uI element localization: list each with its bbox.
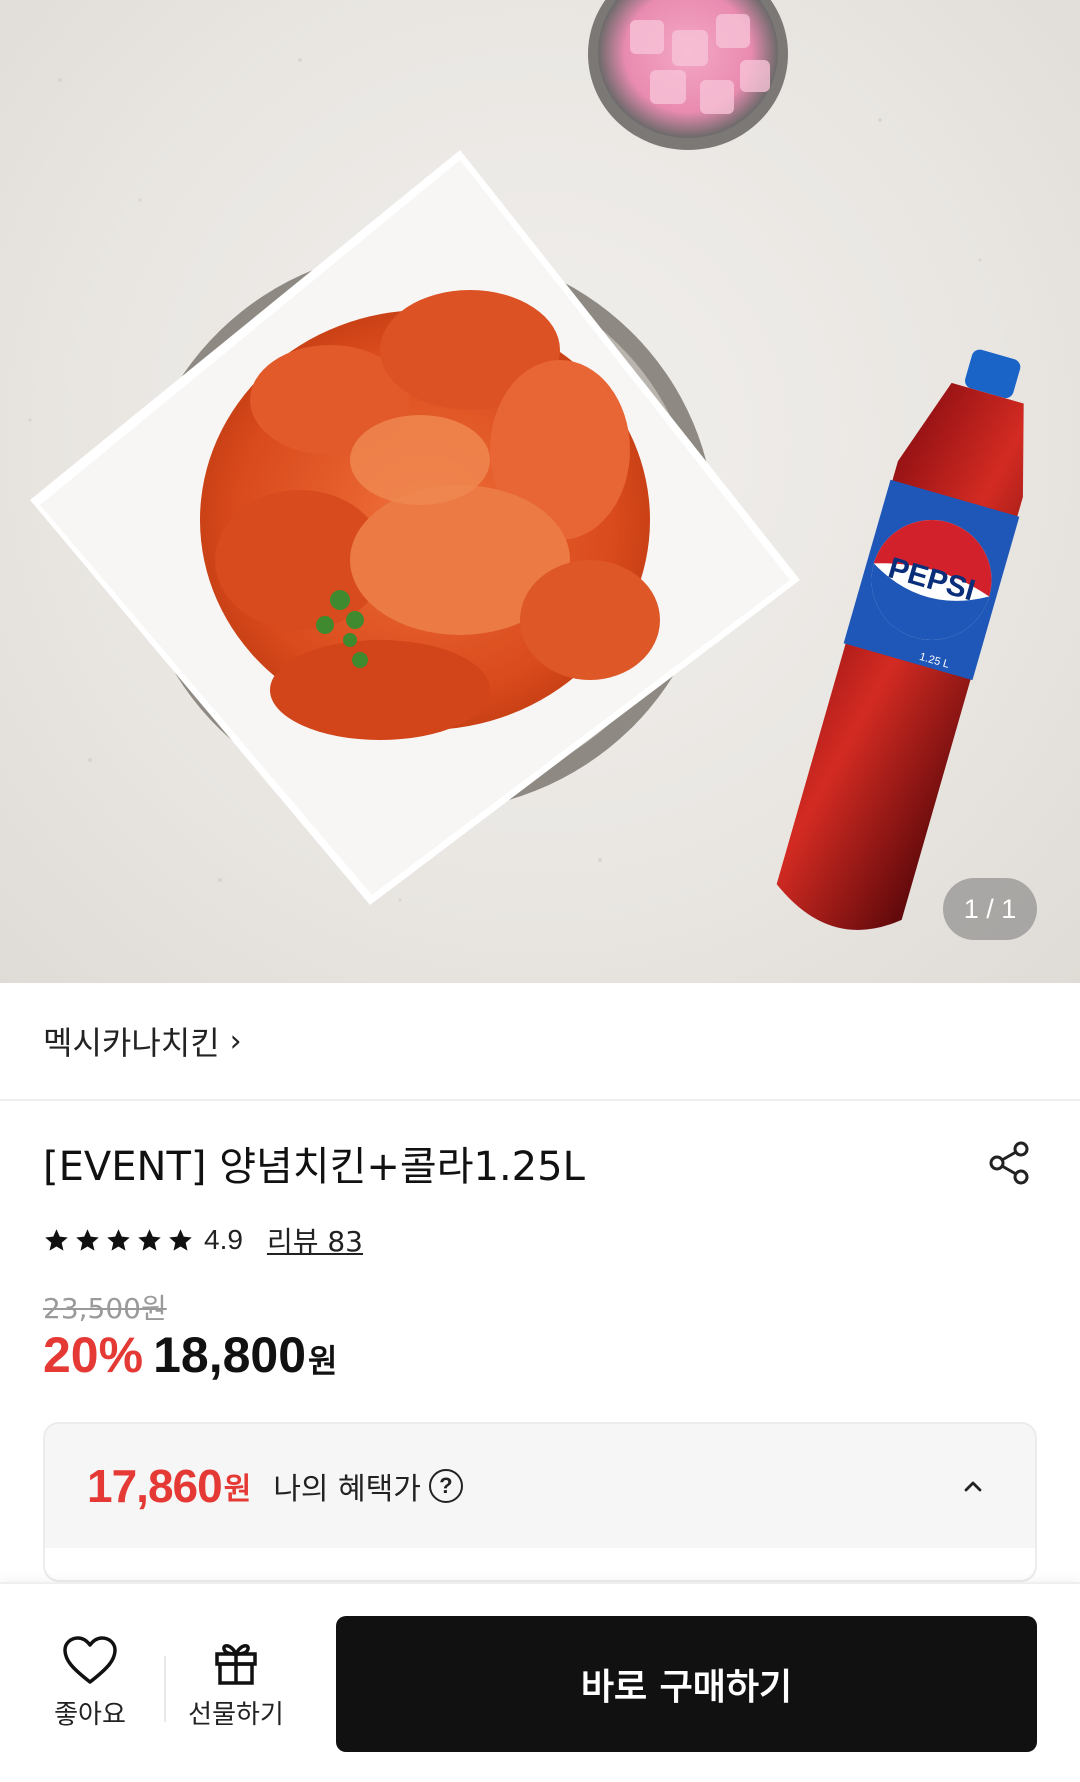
question-circle-icon[interactable]: ?: [428, 1469, 463, 1503]
gift-icon: [215, 1644, 257, 1685]
image-page-indicator: 1 / 1: [943, 878, 1037, 940]
original-price: 23,500원: [43, 1292, 167, 1325]
rating-row: 4.9 리뷰 83: [43, 1218, 363, 1262]
star-icon: [107, 1228, 130, 1251]
like-label: 좋아요: [54, 1700, 126, 1730]
buy-now-button[interactable]: 바로 구매하기: [336, 1616, 1037, 1752]
gift-button[interactable]: 선물하기: [176, 1636, 296, 1746]
brand-name: 멕시카나치킨: [43, 1024, 220, 1062]
product-image[interactable]: PEPSI 1.25 L 1 / 1: [0, 0, 1080, 983]
benefit-label: 나의 혜택가: [273, 1472, 421, 1507]
share-icon: [989, 1141, 1029, 1185]
star-icon: [138, 1228, 161, 1251]
gift-label: 선물하기: [188, 1700, 284, 1730]
bottom-action-bar: 좋아요 선물하기 바로 구매하기: [0, 1582, 1080, 1782]
review-count-link[interactable]: 리뷰 83: [267, 1220, 363, 1260]
title-row: [EVENT] 양념치킨+콜라1.25L: [43, 1130, 1037, 1196]
cola-bottle: PEPSI 1.25 L: [776, 349, 1024, 930]
star-icon: [169, 1228, 192, 1251]
product-title: [EVENT] 양념치킨+콜라1.25L: [43, 1144, 585, 1190]
star-icon: [45, 1228, 68, 1251]
divider: [164, 1656, 166, 1722]
price-row: 20% 18,800 원: [43, 1326, 337, 1384]
benefit-price: 17,860: [87, 1460, 223, 1512]
rating-value: 4.9: [204, 1224, 243, 1255]
heart-icon: [63, 1636, 117, 1684]
benefit-price-currency: 원: [223, 1472, 252, 1507]
like-button[interactable]: 좋아요: [40, 1636, 140, 1746]
discount-rate: 20%: [43, 1327, 144, 1383]
chevron-up-icon[interactable]: [959, 1472, 987, 1500]
star-icon: [76, 1228, 99, 1251]
sale-price: 18,800: [153, 1327, 307, 1383]
benefit-panel: 17,860 원 나의 혜택가 ?: [43, 1422, 1037, 1582]
chevron-right-icon: ›: [229, 1023, 242, 1059]
share-button[interactable]: [981, 1135, 1037, 1191]
product-photo: PEPSI 1.25 L: [28, 0, 1024, 930]
benefit-toggle[interactable]: 17,860 원 나의 혜택가 ?: [45, 1424, 1035, 1548]
sale-price-currency: 원: [308, 1342, 338, 1380]
brand-link[interactable]: 멕시카나치킨 ›: [0, 983, 1080, 1101]
rating-stars: [43, 1227, 194, 1254]
